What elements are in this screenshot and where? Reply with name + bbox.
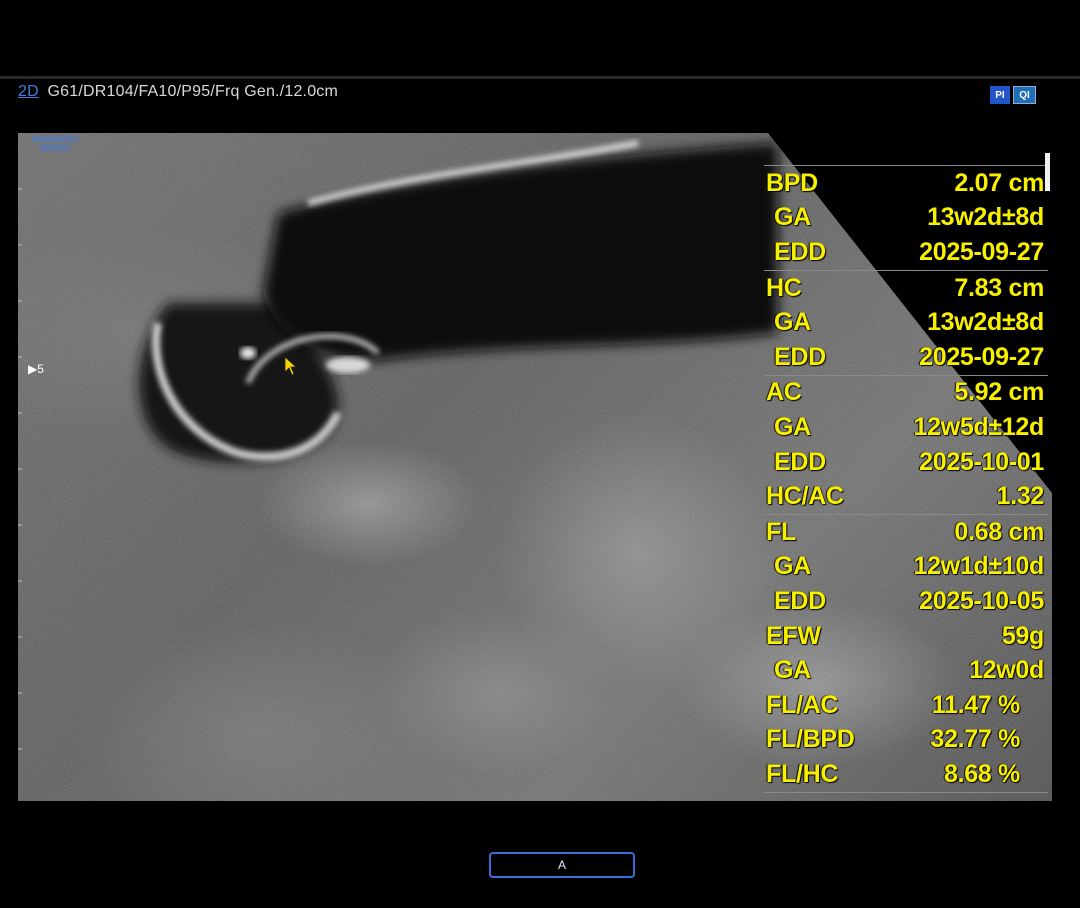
measurement-value: 32.77 % (930, 725, 1020, 754)
measurement-value: 2025-09-27 (919, 342, 1044, 371)
measurement-divider (764, 791, 1048, 793)
measurement-group: AC 5.92 cm GA 12w5d±12d EDD 2025-10-01 HC/AC 1.… (764, 374, 1048, 514)
measurement-label: EDD (774, 586, 826, 615)
fetal-echo (240, 347, 256, 359)
annotation-button-label: A (557, 858, 566, 872)
measurement-value: 2025-09-27 (919, 237, 1044, 266)
measurement-value: 2025-10-01 (919, 447, 1044, 476)
measurement-row: HC/AC 1.32 (764, 479, 1048, 514)
measurement-row: EFW 59g (764, 619, 1048, 654)
measurement-value: 59g (1001, 621, 1044, 650)
pi-badge-icon[interactable]: PI (990, 86, 1010, 104)
measurement-group: BPD 2.07 cm GA 13w2d±8d EDD 2025-09-27 (764, 165, 1048, 270)
measurement-label: GA (774, 552, 811, 581)
measurement-row: EDD 2025-09-27 (764, 235, 1048, 270)
measurement-label: EDD (774, 237, 826, 266)
measurement-row: GA 12w5d±12d (764, 410, 1048, 445)
measurement-value: 13w2d±8d (927, 308, 1044, 337)
measurement-label: GA (774, 308, 811, 337)
measurement-row: GA 13w2d±8d (764, 305, 1048, 340)
measurement-row: AC 5.92 cm (764, 376, 1048, 411)
measurement-value: 0.68 cm (954, 517, 1044, 546)
measurement-value: 8.68 % (943, 759, 1020, 788)
annotation-button[interactable]: A (489, 852, 635, 878)
measurement-group: HC 7.83 cm GA 13w2d±8d EDD 2025-09-27 (764, 269, 1048, 375)
measurement-label: HC (766, 273, 802, 302)
focus-triangle-icon: ▶ (28, 362, 38, 376)
depth-marker-value: 5 (37, 362, 44, 376)
watermark-model: WS80A (39, 143, 71, 153)
top-divider (0, 76, 1080, 79)
measurement-label: GA (774, 656, 811, 685)
measurement-label: HC/AC (766, 482, 844, 511)
measurement-label: BPD (766, 168, 818, 197)
measurement-value: 13w2d±8d (927, 203, 1044, 232)
measurement-row: EDD 2025-10-05 (764, 584, 1048, 619)
measurement-scrollbar[interactable] (1045, 153, 1050, 191)
measurement-label: GA (774, 412, 811, 441)
measurement-row: GA 13w2d±8d (764, 201, 1048, 236)
parameter-text: G61/DR104/FA10/P95/Frq Gen./12.0cm (47, 83, 339, 100)
measurement-row: GA 12w1d±10d (764, 550, 1048, 585)
measurement-value: 12w0d (969, 656, 1044, 685)
measurement-label: FL/BPD (766, 725, 855, 754)
measurement-row: FL/AC 11.47 % (764, 688, 1048, 723)
measurement-row: BPD 2.07 cm (764, 166, 1048, 201)
qi-badge-icon[interactable]: QI (1013, 86, 1036, 104)
measurement-row: EDD 2025-10-01 (764, 445, 1048, 480)
measurement-label: EDD (774, 342, 826, 371)
depth-marker: ▶5 (28, 362, 44, 376)
measurement-row: FL/HC 8.68 % (764, 757, 1048, 792)
measurement-row: HC 7.83 cm (764, 271, 1048, 306)
measurement-value: 1.32 (996, 482, 1045, 511)
device-watermark: SAMSUNG WS80A (32, 135, 78, 153)
measurement-row: EDD 2025-09-27 (764, 340, 1048, 375)
imaging-parameters: 2D G61/DR104/FA10/P95/Frq Gen./12.0cm (18, 83, 338, 101)
measurement-row: FL 0.68 cm (764, 515, 1048, 550)
measurement-label: FL (766, 517, 796, 546)
depth-scale (18, 188, 22, 750)
measurement-label: EFW (766, 621, 821, 650)
measurement-value: 2.07 cm (954, 168, 1044, 197)
measurement-row: FL/BPD 32.77 % (764, 723, 1048, 758)
measurement-label: FL/AC (766, 690, 839, 719)
measurement-value: 11.47 % (931, 690, 1021, 719)
measurement-value: 5.92 cm (954, 378, 1044, 407)
measurement-group: FL 0.68 cm GA 12w1d±10d EDD 2025-10-05 EFW 59g G… (764, 513, 1048, 792)
pointer-cursor-icon (284, 356, 298, 376)
mode-2d-link[interactable]: 2D (18, 83, 39, 100)
measurement-label: FL/HC (766, 759, 839, 788)
measurement-label: GA (774, 203, 811, 232)
fetal-echo-2 (326, 357, 370, 373)
measurement-value: 2025-10-05 (919, 586, 1044, 615)
measurement-row: GA 12w0d (764, 653, 1048, 688)
measurement-report: BPD 2.07 cm GA 13w2d±8d EDD 2025-09-27 HC 7.83 … (764, 165, 1048, 793)
measurement-label: EDD (774, 447, 826, 476)
measurement-label: AC (766, 378, 802, 407)
measurement-value: 12w1d±10d (913, 552, 1044, 581)
measurement-value: 7.83 cm (954, 273, 1044, 302)
measurement-value: 12w5d±12d (913, 412, 1044, 441)
